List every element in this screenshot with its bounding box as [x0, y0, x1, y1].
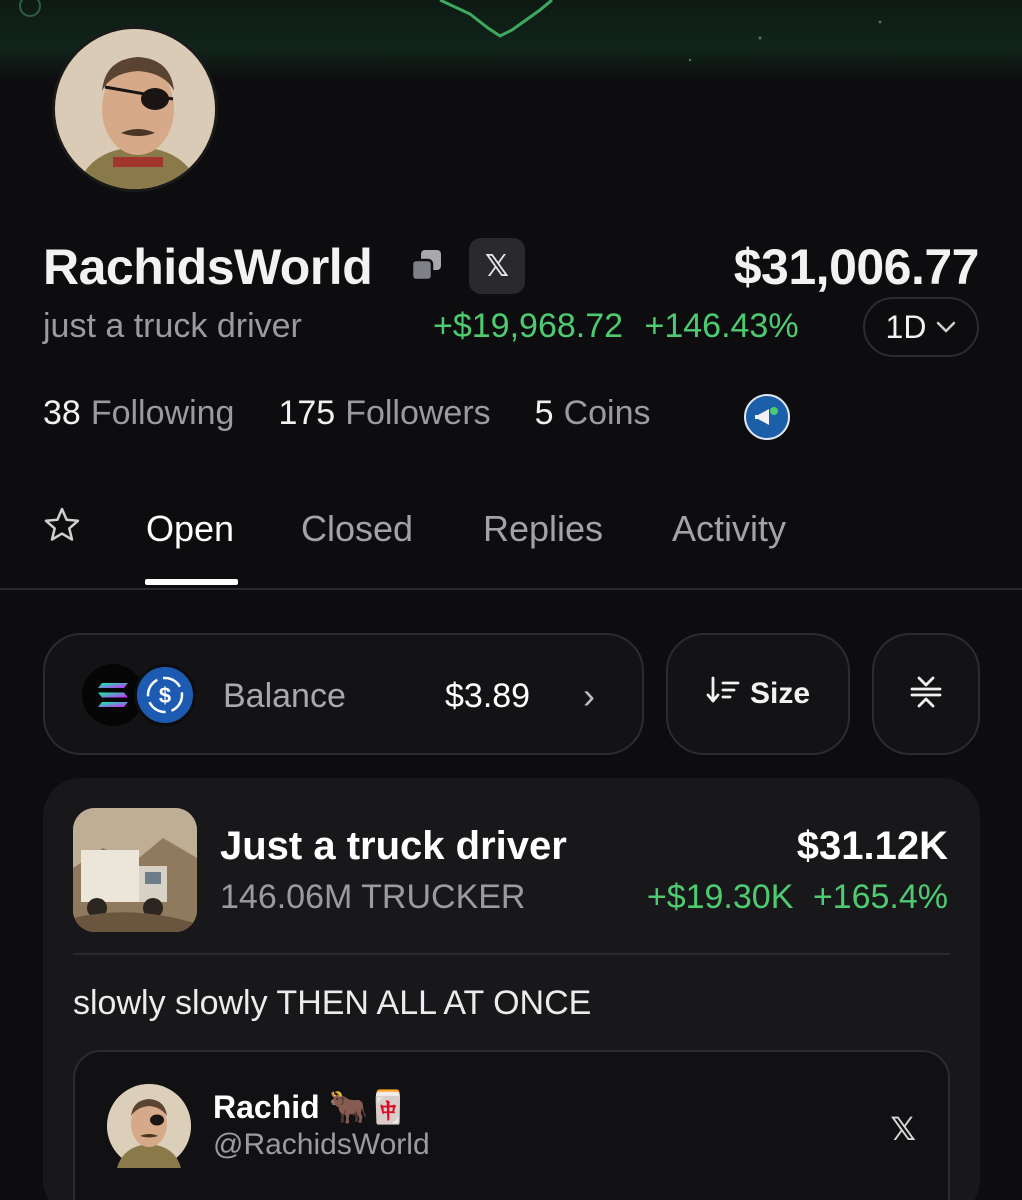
copy-icon[interactable]: [409, 248, 445, 284]
profile-tabs: Open Closed Replies Activity: [0, 500, 1022, 590]
balance-button[interactable]: $ Balance $3.89 ›: [43, 633, 644, 755]
coin-image: [73, 808, 197, 932]
sort-size-button[interactable]: Size: [666, 633, 850, 755]
x-icon: 𝕏: [484, 249, 510, 283]
sort-icon: [706, 675, 740, 713]
following-stat[interactable]: 38 Following: [43, 394, 234, 433]
megaphone-badge-icon[interactable]: [744, 394, 790, 440]
x-profile-button[interactable]: 𝕏: [469, 238, 525, 294]
period-selector[interactable]: 1D: [863, 297, 979, 357]
profile-pnl: +$19,968.72 +146.43%: [433, 307, 799, 346]
coin-name: Just a truck driver: [220, 824, 567, 868]
svg-text:$: $: [159, 683, 171, 708]
coin-quantity: 146.06M TRUCKER: [220, 878, 526, 916]
followers-stat[interactable]: 175 Followers: [278, 394, 490, 433]
profile-stats: 38 Following 175 Followers 5 Coins: [43, 394, 651, 433]
profile-avatar[interactable]: [52, 26, 218, 192]
x-icon[interactable]: 𝕏: [890, 1110, 916, 1148]
coin-value: $31.12K: [796, 824, 948, 868]
collapse-icon: [908, 674, 944, 715]
tweet-author-emoji: 🐂🀄: [328, 1088, 409, 1126]
active-tab-indicator: [145, 579, 238, 585]
net-worth-value: $31,006.77: [733, 239, 980, 295]
card-divider: [73, 953, 950, 955]
usdc-icon: $: [134, 664, 196, 726]
post-text: slowly slowly THEN ALL AT ONCE: [73, 984, 592, 1022]
tweet-avatar: [107, 1084, 191, 1168]
chevron-down-icon: [936, 316, 956, 339]
pnl-percent: +146.43%: [644, 307, 799, 345]
coin-pnl-amount: +$19.30K: [646, 878, 794, 916]
tweet-author-handle: @RachidsWorld: [213, 1128, 430, 1161]
profile-bio: just a truck driver: [43, 307, 302, 345]
star-icon[interactable]: [43, 506, 81, 544]
collapse-button[interactable]: [872, 633, 980, 755]
period-label: 1D: [885, 308, 927, 345]
coin-pnl-percent: +165.4%: [812, 878, 948, 916]
embedded-tweet[interactable]: Rachid 🐂🀄 @RachidsWorld 𝕏: [73, 1050, 950, 1200]
username: RachidsWorld: [43, 239, 373, 295]
tab-replies[interactable]: Replies: [483, 508, 603, 550]
holding-card[interactable]: Just a truck driver 146.06M TRUCKER $31.…: [43, 778, 980, 1200]
chevron-right-icon: ›: [583, 675, 595, 716]
pnl-amount: +$19,968.72: [433, 307, 624, 345]
balance-label: Balance: [223, 677, 346, 715]
balance-value: $3.89: [445, 677, 531, 715]
tab-activity[interactable]: Activity: [672, 508, 786, 550]
coin-pnl: +$19.30K +165.4%: [647, 878, 948, 917]
coins-stat[interactable]: 5 Coins: [535, 394, 651, 433]
sort-label: Size: [749, 677, 811, 710]
tweet-author-name: Rachid 🐂🀄: [213, 1088, 409, 1126]
tab-closed[interactable]: Closed: [301, 508, 413, 550]
tab-open[interactable]: Open: [146, 508, 234, 550]
